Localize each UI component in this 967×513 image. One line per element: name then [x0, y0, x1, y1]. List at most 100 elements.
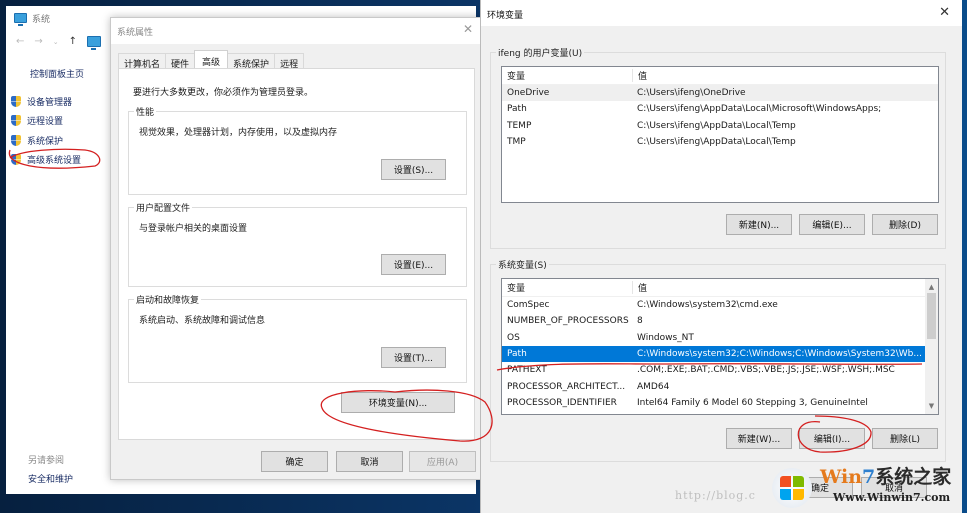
- brand-win: Win: [820, 466, 863, 488]
- window-title-text: 系统: [32, 14, 51, 25]
- variable-name: NUMBER_OF_PROCESSORS: [507, 316, 629, 327]
- apply-button[interactable]: 应用(A): [409, 451, 476, 472]
- brand-cn: 系统之家: [875, 466, 952, 488]
- dialog-title: 系统属性: [117, 28, 154, 38]
- environment-variables-button[interactable]: 环境变量(N)...: [341, 392, 455, 413]
- scroll-down-icon[interactable]: ▼: [925, 400, 938, 412]
- user-variables-rows: OneDrive C:\Users\ifeng\OneDrive Path C:\Us…: [502, 85, 938, 150]
- uac-shield-icon: [11, 135, 21, 146]
- system-edit-button[interactable]: 编辑(I)...: [799, 428, 865, 449]
- list-row[interactable]: NUMBER_OF_PROCESSORS 8: [502, 313, 925, 329]
- list-row[interactable]: OneDrive C:\Users\ifeng\OneDrive: [502, 85, 938, 102]
- list-row[interactable]: Path C:\Users\ifeng\AppData\Local\Microso…: [502, 101, 938, 117]
- performance-group: 性能 视觉效果，处理器计划，内存使用，以及虚拟内存 设置(S)...: [128, 105, 467, 195]
- dialog-title: 环境变量: [487, 11, 524, 21]
- list-row[interactable]: PROCESSOR_ARCHITECT... AMD64: [502, 378, 925, 394]
- variable-name: OS: [507, 332, 520, 343]
- group-label: ifeng 的用户变量(U): [496, 46, 585, 59]
- advanced-tab-panel: 要进行大多数更改，你必须作为管理员登录。 性能 视觉效果，处理器计划，内存使用，…: [118, 68, 475, 440]
- startup-recovery-group: 启动和故障恢复 系统启动、系统故障和调试信息 设置(T)...: [128, 293, 467, 383]
- sidebar-item-device-manager[interactable]: 设备管理器: [11, 95, 72, 108]
- variable-value: AMD64: [637, 381, 670, 392]
- list-row[interactable]: TEMP C:\Users\ifeng\AppData\Local\Temp: [502, 118, 938, 134]
- dialog-titlebar: 环境变量 ✕: [481, 0, 962, 26]
- uac-shield-icon: [11, 115, 21, 126]
- performance-settings-button[interactable]: 设置(S)...: [381, 159, 446, 180]
- column-header-value[interactable]: 值: [632, 281, 925, 294]
- cancel-button[interactable]: 取消: [336, 451, 403, 472]
- system-delete-button[interactable]: 删除(L): [872, 428, 938, 449]
- vertical-scrollbar[interactable]: ▲ ▼: [925, 279, 938, 414]
- variable-value: 8: [637, 316, 643, 327]
- sidebar-item-label: 远程设置: [27, 117, 64, 127]
- variable-value: C:\Users\ifeng\AppData\Local\Temp: [637, 137, 796, 148]
- brand-seven: 7: [862, 466, 876, 488]
- user-new-button[interactable]: 新建(N)...: [726, 214, 792, 235]
- sidebar-item-label: 设备管理器: [27, 98, 73, 108]
- variable-name: Path: [507, 104, 527, 115]
- user-profiles-settings-button[interactable]: 设置(E)...: [381, 254, 446, 275]
- close-icon[interactable]: ✕: [463, 22, 473, 36]
- variable-value: C:\Users\ifeng\AppData\Local\Microsoft\W…: [637, 104, 882, 115]
- security-and-maintenance-link[interactable]: 安全和维护: [28, 472, 73, 485]
- system-new-button[interactable]: 新建(W)...: [726, 428, 792, 449]
- system-variables-rows: ComSpec C:\Windows\system32\cmd.exe NUMBER…: [502, 297, 925, 411]
- recent-locations-icon[interactable]: ⌄: [53, 38, 59, 46]
- user-edit-button[interactable]: 编辑(E)...: [799, 214, 865, 235]
- variable-value: Windows_NT: [637, 332, 694, 343]
- user-delete-button[interactable]: 删除(D): [872, 214, 938, 235]
- variable-name: TMP: [507, 137, 526, 148]
- scroll-up-icon[interactable]: ▲: [925, 281, 938, 293]
- user-profiles-group: 用户配置文件 与登录帐户相关的桌面设置 设置(E)...: [128, 201, 467, 287]
- close-icon[interactable]: ✕: [939, 5, 950, 20]
- ok-button[interactable]: 确定: [261, 451, 328, 472]
- sidebar-item-advanced-system-settings[interactable]: 高级系统设置: [11, 153, 81, 166]
- sidebar-item-label: 高级系统设置: [27, 156, 82, 166]
- group-description: 视觉效果，处理器计划，内存使用，以及虚拟内存: [139, 128, 338, 138]
- computer-icon: [14, 13, 27, 26]
- computer-icon: [87, 36, 102, 50]
- variable-name: PROCESSOR_ARCHITECT...: [507, 381, 626, 392]
- list-row[interactable]: PROCESSOR_IDENTIFIER Intel64 Family 6 Mod…: [502, 395, 925, 411]
- windows-logo-icon: [772, 468, 812, 508]
- list-row[interactable]: TMP C:\Users\ifeng\AppData\Local\Temp: [502, 134, 938, 150]
- system-window-title: 系统: [14, 11, 51, 26]
- group-description: 系统启动、系统故障和调试信息: [139, 316, 266, 326]
- sidebar-item-remote-settings[interactable]: 远程设置: [11, 114, 63, 127]
- see-also-heading: 另请参阅: [28, 456, 65, 466]
- scrollbar-thumb[interactable]: [927, 293, 936, 339]
- group-label: 性能: [134, 105, 157, 118]
- system-properties-dialog: 系统属性 ✕ 计算机名 硬件 高级 系统保护 远程 要进行大多数更改，你必须作为…: [110, 17, 482, 480]
- variable-name: PROCESSOR_IDENTIFIER: [507, 397, 617, 408]
- startup-recovery-settings-button[interactable]: 设置(T)...: [381, 347, 446, 368]
- user-variables-list[interactable]: 变量 值 OneDrive C:\Users\ifeng\OneDrive Path…: [501, 66, 939, 203]
- list-row[interactable]: PATHEXT .COM;.EXE;.BAT;.CMD;.VBS;.VBE;.JS…: [502, 362, 925, 378]
- list-header: 变量 值: [502, 67, 938, 85]
- sidebar-item-system-protection[interactable]: 系统保护: [11, 134, 63, 147]
- up-arrow-icon[interactable]: ↑: [69, 36, 77, 47]
- forward-arrow-icon[interactable]: →: [34, 36, 42, 47]
- group-label: 启动和故障恢复: [134, 293, 202, 306]
- column-header-variable[interactable]: 变量: [502, 281, 632, 294]
- list-header: 变量 值: [502, 279, 925, 297]
- column-header-value[interactable]: 值: [632, 69, 938, 82]
- variable-value: C:\Windows\system32\cmd.exe: [637, 300, 778, 311]
- back-arrow-icon[interactable]: ←: [16, 36, 24, 47]
- list-row[interactable]: OS Windows_NT: [502, 330, 925, 346]
- group-description: 与登录帐户相关的桌面设置: [139, 224, 248, 234]
- uac-shield-icon: [11, 154, 21, 165]
- list-row[interactable]: ComSpec C:\Windows\system32\cmd.exe: [502, 297, 925, 313]
- variable-value: .COM;.EXE;.BAT;.CMD;.VBS;.VBE;.JS;.JSE;.…: [637, 365, 895, 376]
- sidebar-item-label: 系统保护: [27, 137, 64, 147]
- variable-value: C:\Users\ifeng\OneDrive: [637, 88, 746, 99]
- list-row[interactable]: Path C:\Windows\system32;C:\Windows;C:\Wi…: [502, 345, 925, 363]
- variable-name: PATHEXT: [507, 365, 547, 376]
- variable-name: TEMP: [507, 120, 532, 131]
- control-panel-home-link[interactable]: 控制面板主页: [30, 67, 84, 80]
- system-variables-list[interactable]: 变量 值 ComSpec C:\Windows\system32\cmd.exe N…: [501, 278, 939, 415]
- column-header-variable[interactable]: 变量: [502, 69, 632, 82]
- group-label: 用户配置文件: [134, 201, 193, 214]
- admin-note: 要进行大多数更改，你必须作为管理员登录。: [133, 88, 314, 98]
- watermark-brand: Win7系统之家: [820, 462, 951, 489]
- environment-variables-dialog: 环境变量 ✕ ifeng 的用户变量(U) 变量 值 OneDrive C:\Us…: [480, 0, 962, 513]
